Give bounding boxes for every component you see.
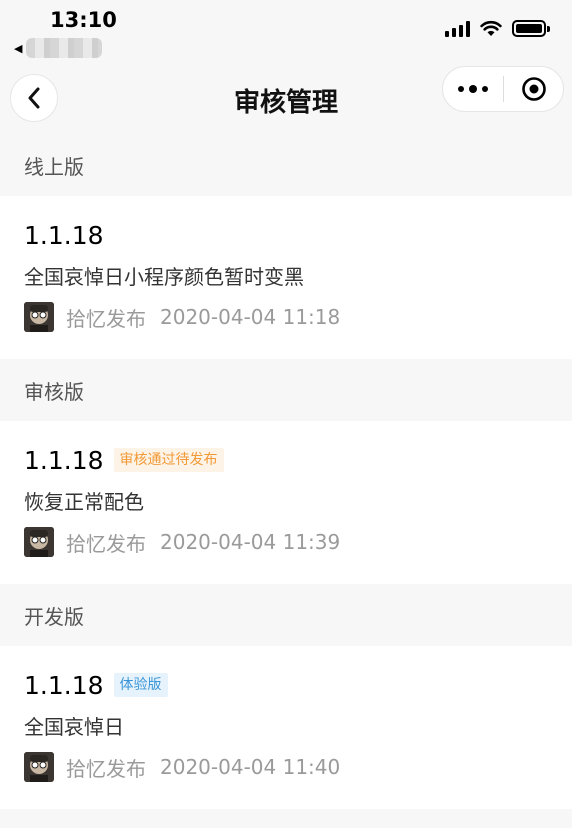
version-description: 恢复正常配色 <box>24 490 144 514</box>
blurred-app-name <box>26 38 103 58</box>
more-options-button[interactable] <box>443 67 503 111</box>
wifi-icon <box>480 20 502 36</box>
section-header-review: 审核版 <box>0 359 572 421</box>
version-row: 1.1.18 <box>24 220 548 250</box>
section-header-online: 线上版 <box>0 134 572 196</box>
return-to-app-button[interactable]: ◀ <box>14 38 103 58</box>
version-number: 1.1.18 <box>24 445 104 475</box>
publisher-label: 拾忆发布 <box>66 306 146 331</box>
version-card-dev[interactable]: 1.1.18 体验版 全国哀悼日 拾忆发布 2020-04-04 11:40 <box>0 646 572 809</box>
target-close-icon <box>521 77 546 101</box>
avatar <box>24 302 54 332</box>
version-number: 1.1.18 <box>24 670 104 700</box>
publish-timestamp: 2020-04-04 11:40 <box>160 755 341 779</box>
back-triangle-icon: ◀ <box>14 41 23 55</box>
version-description: 全国哀悼日 <box>24 715 124 739</box>
avatar <box>24 752 54 782</box>
version-card-online[interactable]: 1.1.18 全国哀悼日小程序颜色暂时变黑 拾忆发布 2020-04-04 11… <box>0 196 572 359</box>
version-number: 1.1.18 <box>24 220 104 250</box>
publisher-label: 拾忆发布 <box>66 756 146 781</box>
miniprogram-capsule <box>442 66 564 112</box>
status-bar: 13:10 ◀ <box>0 0 572 64</box>
status-badge-approved-pending: 审核通过待发布 <box>113 447 224 473</box>
section-header-dev: 开发版 <box>0 584 572 646</box>
cellular-signal-icon <box>445 20 470 37</box>
version-row: 1.1.18 审核通过待发布 <box>24 445 548 475</box>
status-time: 13:10 <box>50 8 117 32</box>
battery-icon <box>512 20 550 37</box>
version-row: 1.1.18 体验版 <box>24 670 548 700</box>
status-badge-trial: 体验版 <box>113 672 168 698</box>
meta-row: 拾忆发布 2020-04-04 11:39 <box>24 527 548 557</box>
meta-row: 拾忆发布 2020-04-04 11:18 <box>24 302 548 332</box>
version-card-review[interactable]: 1.1.18 审核通过待发布 恢复正常配色 拾忆发布 2020-04-04 11… <box>0 421 572 584</box>
navigation-bar: 审核管理 <box>0 64 572 134</box>
version-list: 线上版 1.1.18 全国哀悼日小程序颜色暂时变黑 拾忆发布 2020-04-0… <box>0 134 572 809</box>
version-description: 全国哀悼日小程序颜色暂时变黑 <box>24 265 304 289</box>
close-miniprogram-button[interactable] <box>504 67 563 111</box>
avatar <box>24 527 54 557</box>
publisher-label: 拾忆发布 <box>66 531 146 556</box>
meta-row: 拾忆发布 2020-04-04 11:40 <box>24 752 548 782</box>
publish-timestamp: 2020-04-04 11:39 <box>160 530 341 554</box>
screen: 13:10 ◀ 审核管理 线上版 1.1.18 全国哀悼日小程序颜色暂时变黑 拾… <box>0 0 572 828</box>
publish-timestamp: 2020-04-04 11:18 <box>160 305 341 329</box>
status-icons <box>445 20 550 37</box>
